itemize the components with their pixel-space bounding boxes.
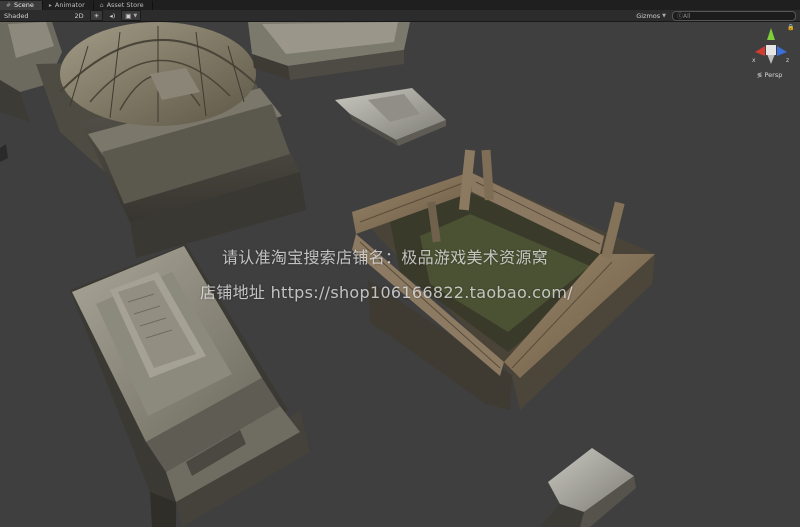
- scene-render: [0, 22, 655, 527]
- watermark-line-1: 请认准淘宝搜索店铺名：极品游戏美术资源窝: [222, 248, 549, 267]
- stone-sarcophagus-top: [248, 22, 410, 80]
- gizmo-center-cube[interactable]: [766, 45, 776, 55]
- tab-scene-label: Scene: [14, 1, 34, 9]
- axis-z-cone[interactable]: [777, 46, 787, 56]
- image-icon: ▣: [125, 11, 132, 20]
- scene-icon: #: [6, 2, 12, 9]
- tab-asset-store-label: Asset Store: [106, 1, 144, 9]
- search-placeholder: ⓒAll: [677, 13, 691, 20]
- audio-toggle[interactable]: ◂): [105, 11, 119, 20]
- tab-animator-label: Animator: [54, 1, 85, 9]
- scene-toolbar: Shaded 2D ☀ ◂) ▣ ▼ Gizmos ▼ ⓒAll: [0, 10, 800, 22]
- toggle-2d-label: 2D: [74, 11, 84, 20]
- axis-neg-y-cone[interactable]: [767, 54, 775, 64]
- chevron-down-icon: ▼: [133, 12, 138, 19]
- tab-asset-store[interactable]: ⌂ Asset Store: [94, 1, 153, 10]
- gizmos-dropdown[interactable]: Gizmos ▼: [632, 11, 670, 20]
- projection-label: Persp: [764, 71, 783, 79]
- edge-fragment: [0, 144, 8, 162]
- lock-icon[interactable]: 🔒: [787, 24, 794, 31]
- gizmos-label: Gizmos: [636, 11, 661, 20]
- tab-animator[interactable]: ▸ Animator: [43, 1, 94, 10]
- axis-z-label: z: [786, 57, 789, 64]
- shading-mode-label: Shaded: [4, 11, 29, 20]
- axis-x-cone[interactable]: [755, 46, 765, 56]
- broken-stone-slab: [335, 88, 446, 146]
- watermark-line-2: 店铺地址 https://shop106166822.taobao.com/: [200, 283, 573, 302]
- editor-tab-strip: # Scene ▸ Animator ⌂ Asset Store: [0, 0, 800, 10]
- scene-search-input[interactable]: ⓒAll: [672, 10, 796, 21]
- store-icon: ⌂: [99, 2, 104, 9]
- toggle-2d-button[interactable]: 2D: [70, 11, 87, 20]
- lighting-toggle[interactable]: ☀: [89, 10, 104, 21]
- bottom-grave-slab: [540, 448, 636, 527]
- scene-viewport[interactable]: [0, 22, 800, 527]
- animator-icon: ▸: [48, 2, 52, 9]
- projection-toggle[interactable]: ≶ Persp: [757, 71, 782, 79]
- speaker-icon: ◂): [109, 11, 116, 20]
- chevron-down-icon: ▼: [662, 12, 666, 19]
- tab-scene[interactable]: # Scene: [0, 1, 43, 10]
- axis-x-label: x: [752, 57, 756, 64]
- axis-y-cone[interactable]: [767, 28, 775, 40]
- projection-icon: ≶: [757, 71, 763, 79]
- sun-icon: ☀: [93, 11, 100, 20]
- effects-dropdown[interactable]: ▣ ▼: [121, 10, 142, 21]
- shading-mode-dropdown[interactable]: Shaded: [0, 11, 32, 20]
